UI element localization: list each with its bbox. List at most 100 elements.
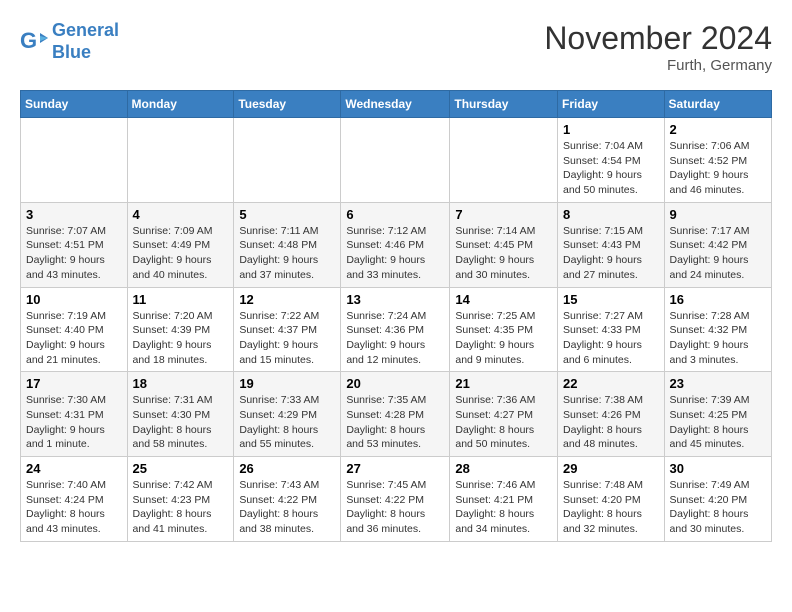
day-info: Sunrise: 7:12 AM Sunset: 4:46 PM Dayligh… bbox=[346, 224, 444, 283]
calendar-week-5: 24 Sunrise: 7:40 AM Sunset: 4:24 PM Dayli… bbox=[21, 457, 772, 542]
calendar-cell: 13Sunrise: 7:24 AM Sunset: 4:36 PM Dayli… bbox=[341, 287, 450, 372]
day-number: 6 bbox=[346, 207, 444, 222]
day-header-thursday: Thursday bbox=[450, 91, 558, 118]
day-number: 15 bbox=[563, 292, 659, 307]
day-info: Sunrise: 7:40 AM Sunset: 4:24 PM Dayligh… bbox=[26, 478, 122, 537]
day-number: 5 bbox=[239, 207, 335, 222]
day-number: 8 bbox=[563, 207, 659, 222]
day-info: Sunrise: 7:27 AM Sunset: 4:33 PM Dayligh… bbox=[563, 309, 659, 368]
calendar-cell: 11 Sunrise: 7:20 AM Sunset: 4:39 PM Dayli… bbox=[127, 287, 234, 372]
calendar-cell: 29 Sunrise: 7:48 AM Sunset: 4:20 PM Dayli… bbox=[558, 457, 665, 542]
calendar-header-row: SundayMondayTuesdayWednesdayThursdayFrid… bbox=[21, 91, 772, 118]
day-number: 25 bbox=[133, 461, 229, 476]
calendar-cell: 25Sunrise: 7:42 AM Sunset: 4:23 PM Dayli… bbox=[127, 457, 234, 542]
day-info: Sunrise: 7:22 AM Sunset: 4:37 PM Dayligh… bbox=[239, 309, 335, 368]
page-header: G General Blue November 2024 Furth, Germ… bbox=[20, 20, 772, 74]
calendar-cell: 23 Sunrise: 7:39 AM Sunset: 4:25 PM Dayli… bbox=[664, 372, 771, 457]
calendar-body: 1 Sunrise: 7:04 AM Sunset: 4:54 PM Daylig… bbox=[21, 118, 772, 542]
day-info: Sunrise: 7:14 AM Sunset: 4:45 PM Dayligh… bbox=[455, 224, 552, 283]
day-info: Sunrise: 7:09 AM Sunset: 4:49 PM Dayligh… bbox=[133, 224, 229, 283]
day-number: 26 bbox=[239, 461, 335, 476]
day-info: Sunrise: 7:28 AM Sunset: 4:32 PM Dayligh… bbox=[670, 309, 766, 368]
calendar-cell: 27 Sunrise: 7:45 AM Sunset: 4:22 PM Dayli… bbox=[341, 457, 450, 542]
calendar-cell: 6 Sunrise: 7:12 AM Sunset: 4:46 PM Daylig… bbox=[341, 202, 450, 287]
day-number: 3 bbox=[26, 207, 122, 222]
logo: G General Blue bbox=[20, 20, 119, 63]
day-number: 14 bbox=[455, 292, 552, 307]
calendar-cell: 22Sunrise: 7:38 AM Sunset: 4:26 PM Dayli… bbox=[558, 372, 665, 457]
day-info: Sunrise: 7:31 AM Sunset: 4:30 PM Dayligh… bbox=[133, 393, 229, 452]
calendar-cell bbox=[341, 118, 450, 203]
calendar-cell: 28 Sunrise: 7:46 AM Sunset: 4:21 PM Dayli… bbox=[450, 457, 558, 542]
day-info: Sunrise: 7:25 AM Sunset: 4:35 PM Dayligh… bbox=[455, 309, 552, 368]
day-info: Sunrise: 7:43 AM Sunset: 4:22 PM Dayligh… bbox=[239, 478, 335, 537]
calendar-cell bbox=[21, 118, 128, 203]
calendar-cell: 26 Sunrise: 7:43 AM Sunset: 4:22 PM Dayli… bbox=[234, 457, 341, 542]
month-title: November 2024 bbox=[544, 20, 772, 57]
day-info: Sunrise: 7:19 AM Sunset: 4:40 PM Dayligh… bbox=[26, 309, 122, 368]
day-info: Sunrise: 7:17 AM Sunset: 4:42 PM Dayligh… bbox=[670, 224, 766, 283]
day-number: 10 bbox=[26, 292, 122, 307]
calendar-week-1: 1 Sunrise: 7:04 AM Sunset: 4:54 PM Daylig… bbox=[21, 118, 772, 203]
day-info: Sunrise: 7:11 AM Sunset: 4:48 PM Dayligh… bbox=[239, 224, 335, 283]
day-header-tuesday: Tuesday bbox=[234, 91, 341, 118]
day-number: 28 bbox=[455, 461, 552, 476]
calendar-cell: 2 Sunrise: 7:06 AM Sunset: 4:52 PM Daylig… bbox=[664, 118, 771, 203]
day-info: Sunrise: 7:06 AM Sunset: 4:52 PM Dayligh… bbox=[670, 139, 766, 198]
calendar-cell: 30 Sunrise: 7:49 AM Sunset: 4:20 PM Dayli… bbox=[664, 457, 771, 542]
calendar-cell: 17 Sunrise: 7:30 AM Sunset: 4:31 PM Dayli… bbox=[21, 372, 128, 457]
day-number: 27 bbox=[346, 461, 444, 476]
calendar-cell bbox=[127, 118, 234, 203]
day-info: Sunrise: 7:30 AM Sunset: 4:31 PM Dayligh… bbox=[26, 393, 122, 452]
calendar-cell bbox=[234, 118, 341, 203]
day-info: Sunrise: 7:04 AM Sunset: 4:54 PM Dayligh… bbox=[563, 139, 659, 198]
day-number: 11 bbox=[133, 292, 229, 307]
calendar-cell: 16 Sunrise: 7:28 AM Sunset: 4:32 PM Dayli… bbox=[664, 287, 771, 372]
day-number: 24 bbox=[26, 461, 122, 476]
day-info: Sunrise: 7:20 AM Sunset: 4:39 PM Dayligh… bbox=[133, 309, 229, 368]
day-info: Sunrise: 7:49 AM Sunset: 4:20 PM Dayligh… bbox=[670, 478, 766, 537]
calendar-cell: 14 Sunrise: 7:25 AM Sunset: 4:35 PM Dayli… bbox=[450, 287, 558, 372]
day-header-monday: Monday bbox=[127, 91, 234, 118]
day-number: 2 bbox=[670, 122, 766, 137]
day-number: 18 bbox=[133, 376, 229, 391]
day-info: Sunrise: 7:39 AM Sunset: 4:25 PM Dayligh… bbox=[670, 393, 766, 452]
day-number: 30 bbox=[670, 461, 766, 476]
calendar-cell: 7Sunrise: 7:14 AM Sunset: 4:45 PM Daylig… bbox=[450, 202, 558, 287]
calendar-cell: 10 Sunrise: 7:19 AM Sunset: 4:40 PM Dayli… bbox=[21, 287, 128, 372]
calendar-cell: 4Sunrise: 7:09 AM Sunset: 4:49 PM Daylig… bbox=[127, 202, 234, 287]
day-info: Sunrise: 7:36 AM Sunset: 4:27 PM Dayligh… bbox=[455, 393, 552, 452]
logo-text: General Blue bbox=[52, 20, 119, 63]
calendar-cell: 3Sunrise: 7:07 AM Sunset: 4:51 PM Daylig… bbox=[21, 202, 128, 287]
calendar-cell: 21Sunrise: 7:36 AM Sunset: 4:27 PM Dayli… bbox=[450, 372, 558, 457]
location: Furth, Germany bbox=[544, 57, 772, 74]
calendar-cell: 24 Sunrise: 7:40 AM Sunset: 4:24 PM Dayli… bbox=[21, 457, 128, 542]
calendar-cell: 8Sunrise: 7:15 AM Sunset: 4:43 PM Daylig… bbox=[558, 202, 665, 287]
day-number: 29 bbox=[563, 461, 659, 476]
day-info: Sunrise: 7:24 AM Sunset: 4:36 PM Dayligh… bbox=[346, 309, 444, 368]
calendar-week-4: 17 Sunrise: 7:30 AM Sunset: 4:31 PM Dayli… bbox=[21, 372, 772, 457]
day-info: Sunrise: 7:33 AM Sunset: 4:29 PM Dayligh… bbox=[239, 393, 335, 452]
day-number: 19 bbox=[239, 376, 335, 391]
day-number: 23 bbox=[670, 376, 766, 391]
calendar-week-3: 10 Sunrise: 7:19 AM Sunset: 4:40 PM Dayli… bbox=[21, 287, 772, 372]
day-number: 1 bbox=[563, 122, 659, 137]
day-info: Sunrise: 7:48 AM Sunset: 4:20 PM Dayligh… bbox=[563, 478, 659, 537]
calendar-cell: 19 Sunrise: 7:33 AM Sunset: 4:29 PM Dayli… bbox=[234, 372, 341, 457]
calendar-cell: 5 Sunrise: 7:11 AM Sunset: 4:48 PM Daylig… bbox=[234, 202, 341, 287]
day-info: Sunrise: 7:46 AM Sunset: 4:21 PM Dayligh… bbox=[455, 478, 552, 537]
day-number: 12 bbox=[239, 292, 335, 307]
day-number: 16 bbox=[670, 292, 766, 307]
day-info: Sunrise: 7:45 AM Sunset: 4:22 PM Dayligh… bbox=[346, 478, 444, 537]
calendar-cell: 18 Sunrise: 7:31 AM Sunset: 4:30 PM Dayli… bbox=[127, 372, 234, 457]
calendar-cell: 9 Sunrise: 7:17 AM Sunset: 4:42 PM Daylig… bbox=[664, 202, 771, 287]
day-number: 17 bbox=[26, 376, 122, 391]
calendar-week-2: 3Sunrise: 7:07 AM Sunset: 4:51 PM Daylig… bbox=[21, 202, 772, 287]
calendar-cell: 1 Sunrise: 7:04 AM Sunset: 4:54 PM Daylig… bbox=[558, 118, 665, 203]
day-header-wednesday: Wednesday bbox=[341, 91, 450, 118]
calendar-cell: 12 Sunrise: 7:22 AM Sunset: 4:37 PM Dayli… bbox=[234, 287, 341, 372]
day-header-friday: Friday bbox=[558, 91, 665, 118]
svg-text:G: G bbox=[20, 28, 37, 53]
day-header-sunday: Sunday bbox=[21, 91, 128, 118]
day-number: 9 bbox=[670, 207, 766, 222]
